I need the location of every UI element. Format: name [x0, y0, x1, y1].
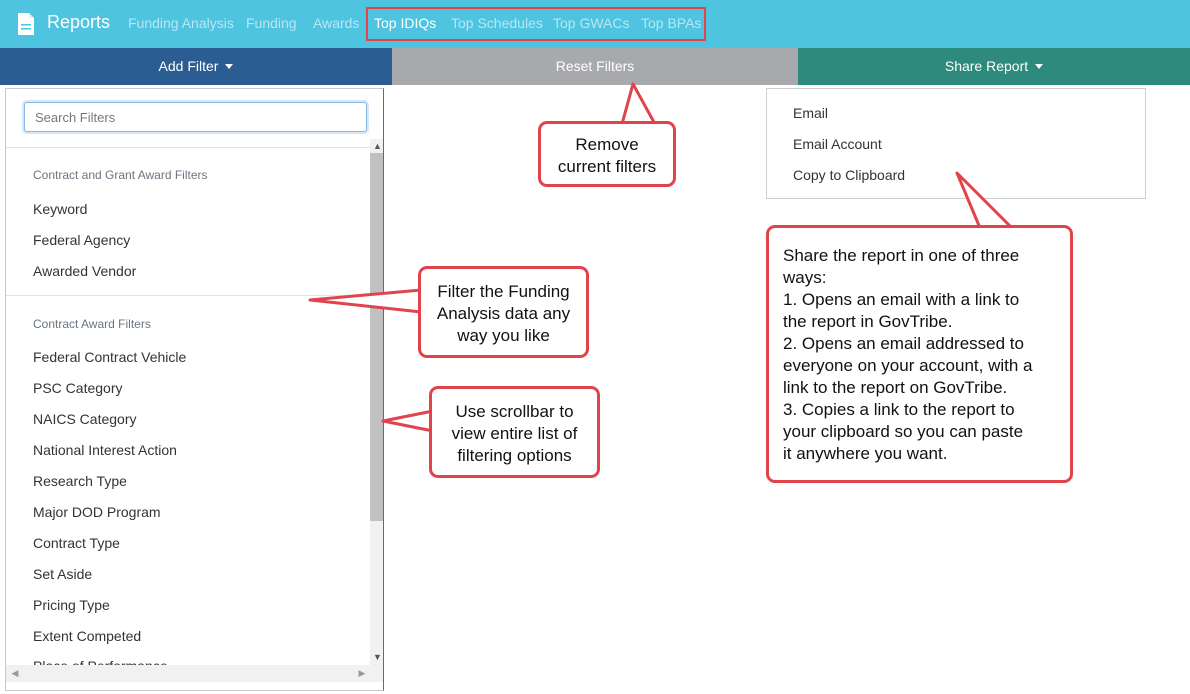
callout-line: Use scrollbar to [455, 402, 574, 421]
callout-scrollbar: Use scrollbar to view entire list of fil… [429, 386, 600, 478]
callout-line: 3. Copies a link to the report to [783, 400, 1015, 419]
callout-line: Filter the Funding [437, 282, 570, 301]
callout-share-report: Share the report in one of three ways: 1… [766, 225, 1073, 483]
callout-line: Share the report in one of three [783, 246, 1020, 265]
callout-filter-data: Filter the Funding Analysis data any way… [418, 266, 589, 358]
callout-line: view entire list of [451, 424, 578, 443]
callout-line: Analysis data any [436, 304, 571, 323]
callout-line: everyone on your account, with a [783, 356, 1033, 375]
callout-line: Remove [575, 135, 639, 154]
callout-line: 1. Opens an email with a link to [783, 290, 1020, 309]
callout-line: 2. Opens an email addressed to [783, 334, 1024, 353]
callout-line: link to the report on GovTribe. [783, 378, 1008, 397]
callout-line: it anywhere you want. [783, 444, 948, 463]
callout-line: current filters [557, 157, 657, 176]
callout-line: ways: [783, 268, 827, 287]
callout-line: your clipboard so you can paste [783, 422, 1024, 441]
callout-line: way you like [457, 326, 550, 345]
callout-line: filtering options [457, 446, 572, 465]
callout-line: the report in GovTribe. [783, 312, 953, 331]
callout-remove-filters: Remove current filters [538, 121, 676, 187]
